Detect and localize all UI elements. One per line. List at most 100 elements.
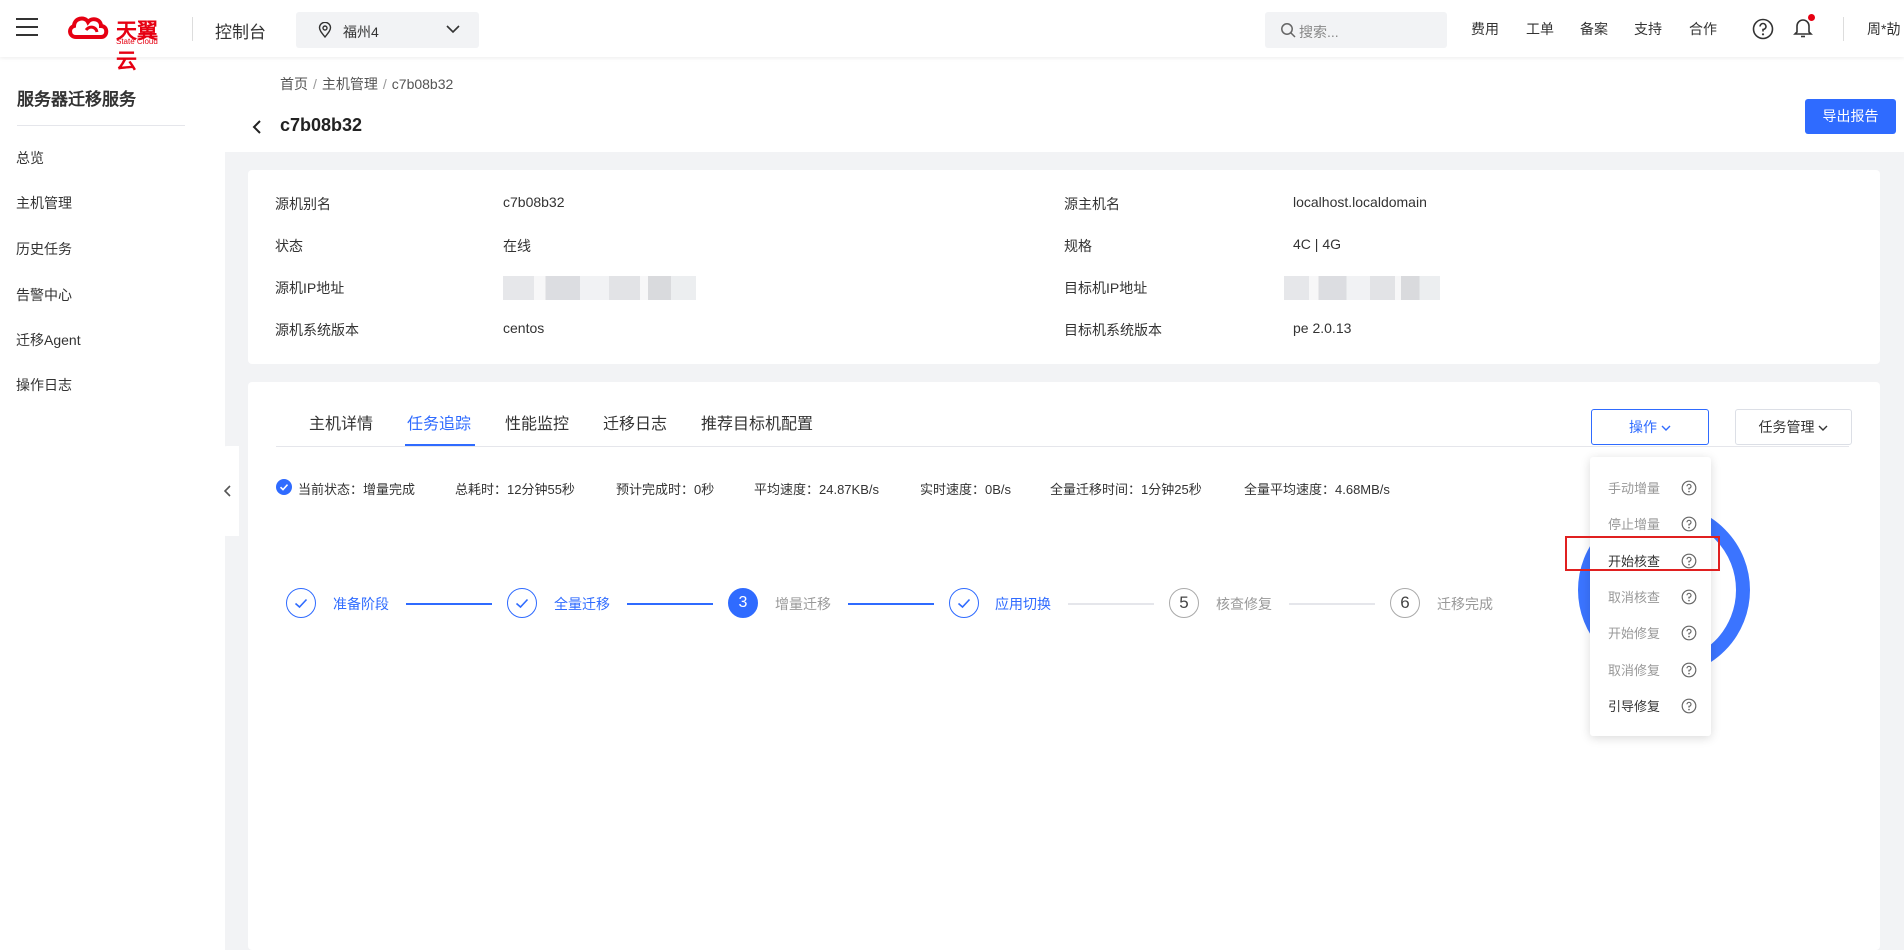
sidebar-collapse-handle[interactable] bbox=[217, 446, 239, 536]
operate-dropdown-button[interactable]: 操作 bbox=[1591, 409, 1709, 445]
sidebar-title: 服务器迁移服务 bbox=[17, 90, 136, 109]
realtime-speed: 实时速度：0B/s bbox=[920, 482, 1012, 497]
info-label: 规格 bbox=[1064, 238, 1092, 254]
help-icon[interactable] bbox=[1752, 18, 1774, 40]
tab-task-tracking[interactable]: 任务追踪 bbox=[407, 410, 471, 434]
sidebar: 服务器迁移服务 总览 主机管理 历史任务 告警中心 迁移Agent 操作日志 bbox=[0, 57, 225, 950]
question-icon[interactable] bbox=[1681, 589, 1697, 605]
logo[interactable]: 天翼云 State Cloud bbox=[66, 13, 170, 73]
step-3-label: 增量迁移 bbox=[775, 596, 831, 612]
step-connector bbox=[848, 603, 934, 605]
step-2-label: 全量迁移 bbox=[554, 596, 610, 612]
question-icon[interactable] bbox=[1681, 698, 1697, 714]
search-input[interactable]: 搜索... bbox=[1265, 12, 1447, 48]
step-1-label: 准备阶段 bbox=[333, 596, 389, 612]
menu-item-cancel-repair[interactable]: 取消修复 bbox=[1608, 660, 1660, 679]
chevron-down-icon bbox=[1818, 425, 1828, 431]
info-value: 在线 bbox=[503, 238, 531, 254]
region-selector[interactable]: 福州4 bbox=[296, 12, 479, 48]
breadcrumb-home[interactable]: 首页 bbox=[280, 76, 308, 92]
tab-host-details[interactable]: 主机详情 bbox=[309, 410, 373, 434]
sidebar-item-history-tasks[interactable]: 历史任务 bbox=[16, 239, 72, 259]
step-3-number: 3 bbox=[728, 588, 758, 618]
question-icon[interactable] bbox=[1681, 662, 1697, 678]
nav-fees[interactable]: 费用 bbox=[1471, 19, 1499, 39]
sidebar-item-operation-log[interactable]: 操作日志 bbox=[16, 375, 72, 395]
question-icon[interactable] bbox=[1681, 480, 1697, 496]
menu-item-stop-incremental[interactable]: 停止增量 bbox=[1608, 514, 1660, 533]
sidebar-item-host-management[interactable]: 主机管理 bbox=[16, 193, 72, 213]
breadcrumb-host-management[interactable]: 主机管理 bbox=[322, 76, 378, 92]
step-connector bbox=[406, 603, 492, 605]
cloud-logo-icon bbox=[68, 16, 109, 39]
tab-migration-log[interactable]: 迁移日志 bbox=[603, 410, 667, 434]
chevron-left-icon bbox=[224, 485, 231, 497]
info-label: 源机系统版本 bbox=[275, 322, 359, 338]
top-bar: 天翼云 State Cloud 控制台 福州4 搜索... 费用 工单 备案 支… bbox=[0, 0, 1904, 73]
full-average-speed: 全量平均速度：4.68MB/s bbox=[1244, 482, 1390, 497]
chevron-down-icon bbox=[1661, 425, 1671, 431]
info-label: 源机别名 bbox=[275, 196, 331, 212]
tab-performance[interactable]: 性能监控 bbox=[505, 410, 569, 434]
page-header: 首页 / 主机管理 / c7b08b32 c7b08b32 导出报告 bbox=[225, 57, 1904, 152]
hamburger-menu-icon[interactable] bbox=[16, 18, 38, 36]
console-link[interactable]: 控制台 bbox=[215, 18, 266, 43]
current-status: 当前状态：增量完成 bbox=[298, 482, 416, 497]
menu-item-guided-repair[interactable]: 引导修复 bbox=[1608, 696, 1660, 715]
tab-divider bbox=[276, 446, 1849, 447]
nav-partner[interactable]: 合作 bbox=[1689, 19, 1717, 39]
divider bbox=[1843, 17, 1844, 41]
step-1-icon bbox=[286, 588, 316, 618]
step-4-icon bbox=[949, 588, 979, 618]
average-speed: 平均速度：24.87KB/s bbox=[754, 482, 879, 497]
info-value: centos bbox=[503, 320, 545, 336]
notification-bell-icon[interactable] bbox=[1793, 14, 1815, 42]
sidebar-divider bbox=[17, 125, 185, 126]
divider bbox=[192, 17, 193, 41]
logo-subtext: State Cloud bbox=[116, 37, 158, 46]
eta: 预计完成时：0秒 bbox=[616, 482, 715, 497]
tab-recommended-config[interactable]: 推荐目标机配置 bbox=[701, 410, 813, 434]
step-6-label: 迁移完成 bbox=[1437, 596, 1493, 612]
sidebar-item-alerts[interactable]: 告警中心 bbox=[16, 285, 72, 305]
sidebar-item-overview[interactable]: 总览 bbox=[16, 148, 44, 168]
search-icon bbox=[1281, 23, 1296, 38]
highlight-box bbox=[1565, 536, 1720, 571]
total-time: 总耗时：12分钟55秒 bbox=[455, 482, 575, 497]
question-icon[interactable] bbox=[1681, 516, 1697, 532]
info-label: 目标机系统版本 bbox=[1064, 322, 1162, 338]
back-arrow-icon[interactable] bbox=[252, 119, 262, 135]
breadcrumb-current: c7b08b32 bbox=[391, 76, 454, 92]
info-label: 源机IP地址 bbox=[275, 280, 345, 296]
search-placeholder: 搜索... bbox=[1299, 24, 1339, 40]
export-report-button[interactable]: 导出报告 bbox=[1805, 99, 1896, 134]
task-management-button[interactable]: 任务管理 bbox=[1735, 409, 1852, 445]
redacted-source-ip bbox=[503, 276, 696, 300]
user-name[interactable]: 周*劼 bbox=[1867, 19, 1900, 39]
host-info-card: 源机别名 c7b08b32 状态 在线 源机IP地址 源机系统版本 centos… bbox=[248, 170, 1880, 364]
nav-support[interactable]: 支持 bbox=[1634, 19, 1662, 39]
menu-item-cancel-check[interactable]: 取消核查 bbox=[1608, 587, 1660, 606]
question-icon[interactable] bbox=[1681, 625, 1697, 641]
page-title: c7b08b32 bbox=[280, 115, 363, 135]
info-value: 4C | 4G bbox=[1293, 236, 1341, 252]
step-connector bbox=[1068, 603, 1154, 605]
sidebar-item-agent[interactable]: 迁移Agent bbox=[16, 330, 81, 350]
nav-tickets[interactable]: 工单 bbox=[1526, 19, 1554, 39]
info-value: pe 2.0.13 bbox=[1293, 320, 1352, 336]
info-label: 状态 bbox=[275, 238, 303, 254]
nav-filing[interactable]: 备案 bbox=[1580, 19, 1608, 39]
step-4-label: 应用切换 bbox=[995, 596, 1051, 612]
full-migration-time: 全量迁移时间：1分钟25秒 bbox=[1050, 482, 1202, 497]
step-5-number: 5 bbox=[1169, 588, 1199, 618]
region-label: 福州4 bbox=[343, 24, 379, 40]
menu-item-start-repair[interactable]: 开始修复 bbox=[1608, 623, 1660, 642]
status-check-icon bbox=[276, 479, 292, 495]
notification-dot bbox=[1808, 14, 1815, 21]
step-6-number: 6 bbox=[1390, 588, 1420, 618]
step-5-label: 核查修复 bbox=[1216, 596, 1272, 612]
info-value: localhost.localdomain bbox=[1293, 194, 1427, 210]
menu-item-manual-incremental[interactable]: 手动增量 bbox=[1608, 478, 1660, 497]
active-tab-indicator bbox=[405, 444, 475, 446]
task-management-label: 任务管理 bbox=[1758, 419, 1815, 435]
